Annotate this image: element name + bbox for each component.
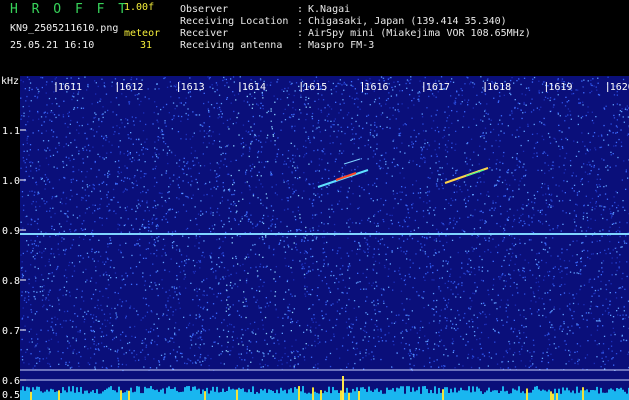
y-tick-label: 0.6 bbox=[2, 376, 20, 387]
y-tick-label: 1.1 bbox=[2, 126, 20, 137]
observer-value: K.Nagai bbox=[308, 4, 351, 15]
x-tick-label: 1618 bbox=[487, 82, 511, 93]
app-version: 1.00f bbox=[124, 2, 155, 13]
colon: : bbox=[297, 40, 304, 51]
capture-datetime: 25.05.21 16:10 bbox=[10, 40, 95, 51]
x-tick-label: 1612 bbox=[119, 82, 143, 93]
y-tick-label: 0.8 bbox=[2, 276, 20, 287]
receiver-label: Receiver bbox=[180, 28, 229, 39]
colon: : bbox=[297, 16, 304, 27]
location-label: Receiving Location bbox=[180, 16, 289, 27]
location-value: Chigasaki, Japan (139.414 35.340) bbox=[308, 16, 507, 27]
y-tick-label: 0.9 bbox=[2, 226, 20, 237]
x-tick-label: 1611 bbox=[58, 82, 82, 93]
antenna-value: Maspro FM-3 bbox=[308, 40, 375, 51]
spectrogram-plot-area bbox=[20, 76, 629, 400]
y-tick-label: 0.5 bbox=[2, 390, 20, 400]
x-tick-label: 1614 bbox=[242, 82, 266, 93]
x-tick-label: 1613 bbox=[181, 82, 205, 93]
meteor-count-value: 31 bbox=[140, 40, 153, 51]
x-tick-label: 1617 bbox=[426, 82, 450, 93]
x-tick-label: 1619 bbox=[548, 82, 572, 93]
y-tick-label: 0.7 bbox=[2, 326, 20, 337]
antenna-label: Receiving antenna bbox=[180, 40, 283, 51]
receiver-value: AirSpy mini (Miakejima VOR 108.65MHz) bbox=[308, 28, 531, 39]
x-tick-label: 1615 bbox=[303, 82, 327, 93]
colon: : bbox=[297, 28, 304, 39]
file-name: KN9_2505211610.png bbox=[10, 23, 119, 34]
app-brand: H R O F F T bbox=[10, 2, 130, 17]
observer-label: Observer bbox=[180, 4, 229, 15]
y-tick-label: 1.0 bbox=[2, 176, 20, 187]
x-tick-label: 1616 bbox=[365, 82, 389, 93]
meteor-count-label: meteor bbox=[124, 28, 161, 39]
y-axis-unit: kHz bbox=[1, 76, 19, 87]
colon: : bbox=[297, 4, 304, 15]
x-tick-label: 1620 bbox=[610, 82, 629, 93]
spectrogram: 1611 1612 1613 1614 1615 1616 1617 1618 1619 1620… bbox=[0, 76, 629, 400]
